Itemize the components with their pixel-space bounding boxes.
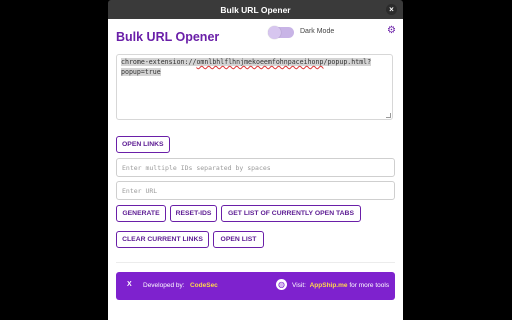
urls-textarea[interactable]: chrome-extension://omnlbhlflhnjmekoeemfo… [116, 54, 393, 120]
open-list-button[interactable]: OPEN LIST [213, 231, 264, 248]
more-tools-label: for more tools [349, 282, 390, 289]
url-extension-id: omnlbhlflhnjmekoeemfohnpaceihonp [196, 58, 324, 66]
gear-icon[interactable]: ⚙ [387, 25, 396, 36]
close-icon[interactable]: × [386, 4, 397, 15]
divider [116, 262, 395, 263]
window-title: Bulk URL Opener [220, 4, 291, 15]
developed-label: Developed by: [143, 282, 185, 289]
appship-link[interactable]: AppShip.me [310, 282, 348, 289]
popup-panel: Bulk URL Opener Dark Mode ⚙ chrome-exten… [108, 19, 403, 320]
generate-button[interactable]: GENERATE [116, 205, 166, 222]
resize-grip[interactable] [386, 113, 391, 118]
reset-ids-button[interactable]: RESET-IDS [170, 205, 217, 222]
visit-label: Visit: [292, 282, 306, 289]
get-open-tabs-button[interactable]: GET LIST OF CURRENTLY OPEN TABS [221, 205, 361, 222]
app-title: Bulk URL Opener [116, 30, 220, 44]
url-prefix: chrome-extension:// [121, 58, 197, 66]
clear-current-links-button[interactable]: CLEAR CURRENT LINKS [116, 231, 209, 248]
ids-input[interactable] [116, 158, 395, 177]
globe-icon: ◍ [276, 279, 287, 290]
open-links-button[interactable]: OPEN LINKS [116, 136, 170, 153]
footer-banner: X Developed by: CodeSec ◍ Visit: AppShip… [116, 272, 395, 300]
toggle-knob [268, 26, 281, 39]
developed-by: Developed by: CodeSec [143, 282, 218, 289]
visit-text: Visit: AppShip.me for more tools [292, 282, 389, 289]
dark-mode-label: Dark Mode [300, 28, 335, 35]
url-suffix: /popup.html? [323, 58, 372, 66]
url-line-2: popup=true [121, 67, 161, 76]
dark-mode-toggle[interactable] [268, 26, 294, 39]
url-input[interactable] [116, 181, 395, 200]
developer-link[interactable]: CodeSec [190, 282, 218, 289]
window-titlebar: Bulk URL Opener × [108, 0, 403, 19]
x-icon[interactable]: X [127, 281, 132, 288]
